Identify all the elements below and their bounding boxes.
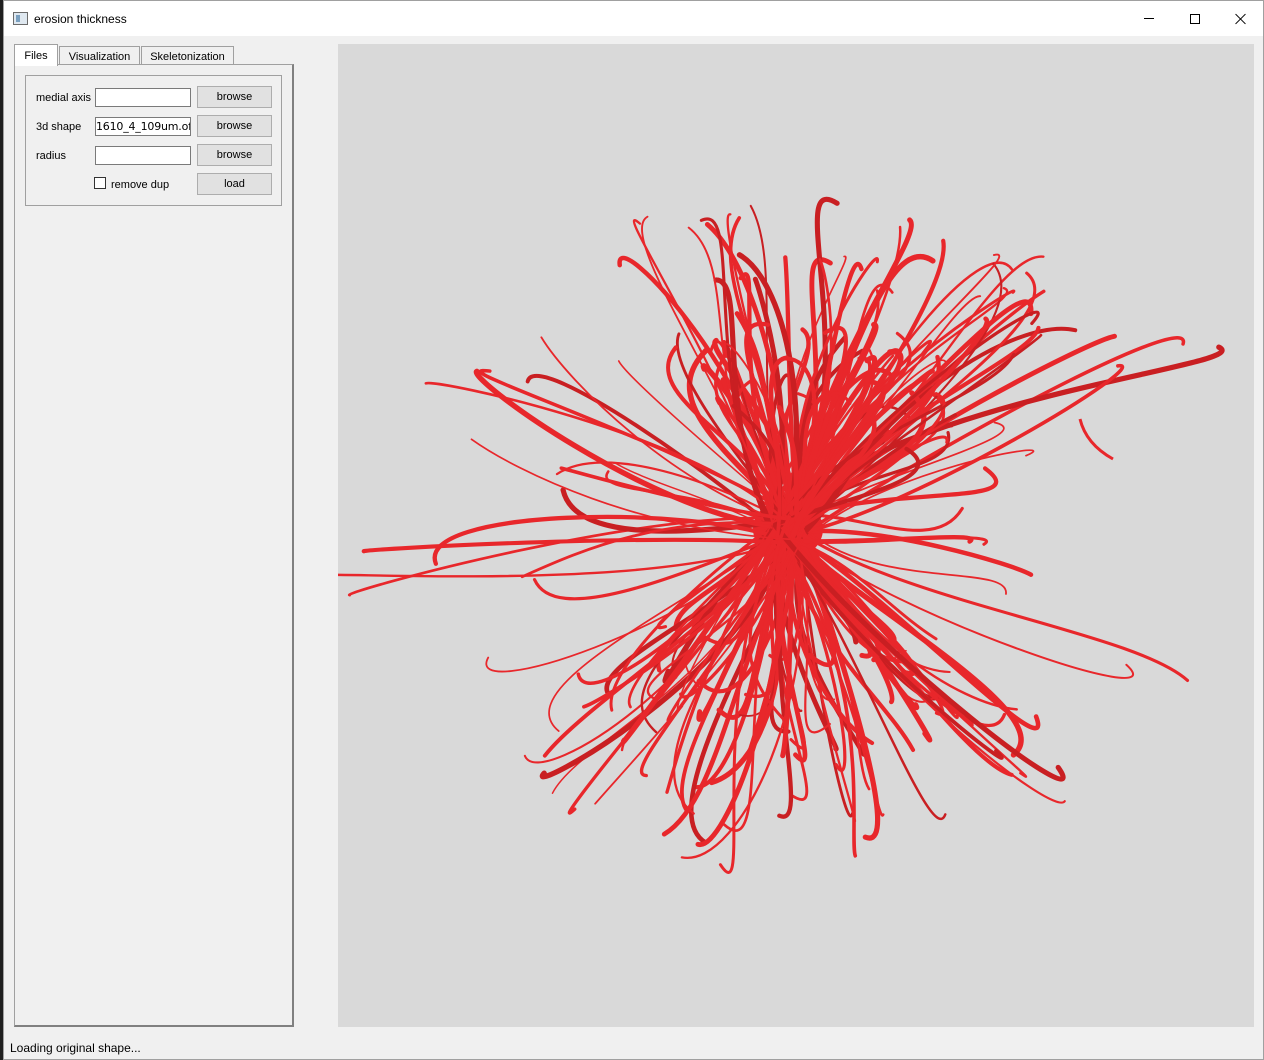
- title-bar: erosion thickness: [4, 1, 1263, 36]
- radius-input[interactable]: [95, 146, 191, 165]
- shape-browse-button[interactable]: browse: [197, 115, 272, 137]
- medial-axis-input[interactable]: [95, 88, 191, 107]
- shape-input[interactable]: 1610_4_109um.off: [95, 117, 191, 136]
- vessel-fragment: [1078, 418, 1114, 461]
- close-icon: [1235, 13, 1247, 25]
- tab-skeletonization[interactable]: Skeletonization: [141, 46, 234, 66]
- tab-visualization[interactable]: Visualization: [59, 46, 140, 66]
- maximize-button[interactable]: [1172, 1, 1218, 36]
- close-button[interactable]: [1218, 1, 1264, 36]
- status-bar: Loading original shape...: [10, 1041, 141, 1055]
- files-tab-page: medial axis browse 3d shape 1610_4_109um…: [14, 64, 294, 1027]
- load-button[interactable]: load: [197, 173, 272, 195]
- remove-dup-label: remove dup: [111, 179, 170, 191]
- 3d-viewport[interactable]: [278, 44, 1254, 1027]
- files-group: medial axis browse 3d shape 1610_4_109um…: [25, 75, 282, 206]
- window-title: erosion thickness: [34, 12, 127, 26]
- medial-axis-label: medial axis: [36, 92, 92, 104]
- radius-browse-button[interactable]: browse: [197, 144, 272, 166]
- maximize-icon: [1190, 13, 1200, 24]
- minimize-button[interactable]: [1126, 1, 1172, 36]
- app-window: erosion thickness Files Visualization Sk…: [3, 0, 1264, 1060]
- vessel-strand: [793, 535, 974, 545]
- tab-files[interactable]: Files: [14, 44, 58, 66]
- shape-label: 3d shape: [36, 121, 82, 133]
- remove-dup-checkbox[interactable]: [94, 177, 106, 189]
- vessel-strand: [795, 529, 1190, 682]
- vessel-strands: [278, 196, 1225, 874]
- radius-label: radius: [36, 150, 66, 162]
- minimize-icon: [1144, 18, 1154, 19]
- app-icon: [13, 12, 28, 25]
- medial-axis-browse-button[interactable]: browse: [197, 86, 272, 108]
- vessel-strand: [361, 537, 804, 554]
- vessel-model-render: [278, 196, 1225, 874]
